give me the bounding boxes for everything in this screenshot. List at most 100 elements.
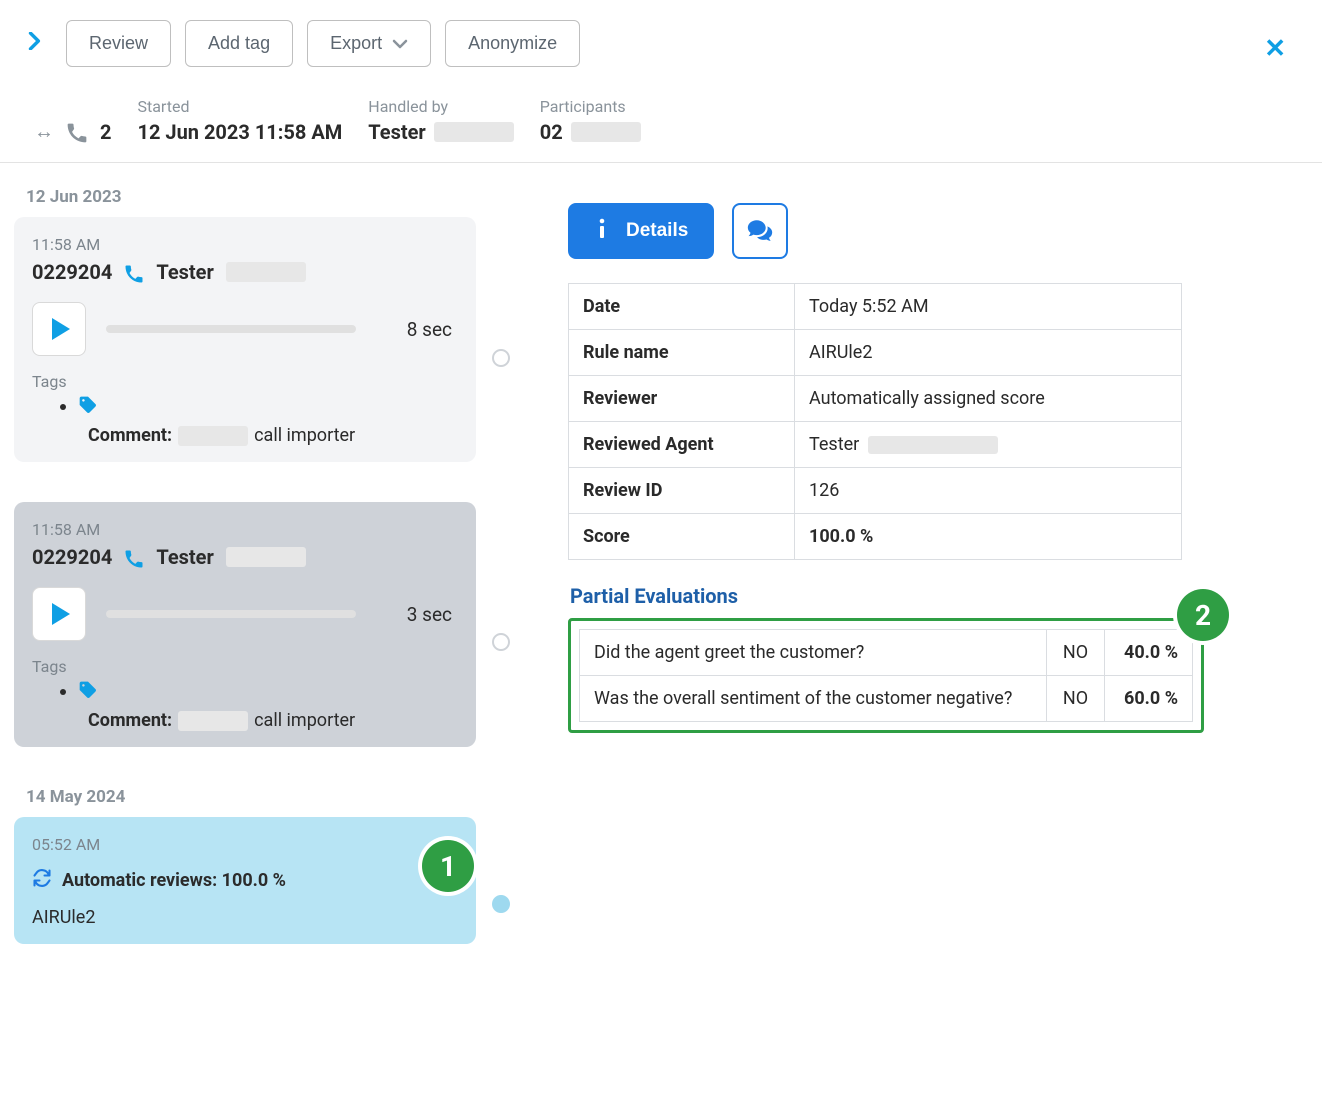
toolbar: Review Add tag Export Anonymize ✕ <box>0 0 1322 81</box>
agent-name: Tester <box>156 545 213 569</box>
rule-name: AIRUle2 <box>32 907 458 928</box>
timeline <box>488 179 528 1094</box>
table-row: Date Today 5:52 AM <box>569 284 1182 330</box>
timeline-marker-active <box>492 895 510 913</box>
transfer-icon: ↔ <box>34 119 54 144</box>
started-label: Started <box>137 97 342 116</box>
partial-evaluations-title: Partial Evaluations <box>570 584 1282 608</box>
redacted-area <box>434 122 514 142</box>
call-duration: 3 sec <box>407 603 452 626</box>
info-label: Rule name <box>569 330 795 376</box>
chat-button[interactable] <box>732 203 788 259</box>
anonymize-button[interactable]: Anonymize <box>445 20 580 67</box>
info-icon <box>594 218 610 244</box>
segment-count: 2 <box>100 120 111 144</box>
call-number: 0229204 <box>32 545 112 569</box>
play-button[interactable] <box>32 302 86 356</box>
export-button[interactable]: Export <box>307 20 431 67</box>
meta-row: ↔ 2 Started 12 Jun 2023 11:58 AM Handled… <box>0 81 1322 163</box>
info-label: Review ID <box>569 468 795 514</box>
started-value: 12 Jun 2023 11:58 AM <box>137 120 342 144</box>
eval-percent: 60.0 % <box>1105 676 1193 722</box>
phone-icon <box>124 545 144 569</box>
tags-label: Tags <box>32 657 458 676</box>
close-icon[interactable]: ✕ <box>1264 36 1286 62</box>
review-info-table: Date Today 5:52 AM Rule name AIRUle2 Rev… <box>568 283 1182 560</box>
info-label: Date <box>569 284 795 330</box>
add-tag-button[interactable]: Add tag <box>185 20 293 67</box>
redacted-area <box>226 262 306 282</box>
reviewed-agent-name: Tester <box>809 434 859 455</box>
eval-percent: 40.0 % <box>1105 630 1193 676</box>
progress-bar[interactable] <box>106 325 356 333</box>
date-separator: 14 May 2024 <box>26 787 546 807</box>
comment-text: call importer <box>254 425 355 446</box>
comment-label: Comment: <box>88 425 172 446</box>
participants-value: 02 <box>540 120 641 144</box>
eval-question: Was the overall sentiment of the custome… <box>580 676 1047 722</box>
phone-icon <box>66 119 88 144</box>
callout-badge-1: 1 <box>422 840 474 892</box>
participants-prefix: 02 <box>540 120 563 144</box>
callout-badge-2: 2 <box>1177 589 1229 641</box>
auto-review-card[interactable]: 05:52 AM Automatic reviews: 100.0 % AIRU… <box>14 817 476 944</box>
info-value: Today 5:52 AM <box>795 284 1182 330</box>
table-row: Did the agent greet the customer? NO 40.… <box>580 630 1193 676</box>
participants-label: Participants <box>540 97 641 116</box>
bullet-icon <box>60 689 66 695</box>
event-time: 05:52 AM <box>32 835 458 854</box>
table-row: Reviewed Agent Tester <box>569 422 1182 468</box>
call-card[interactable]: 11:58 AM 0229204 Tester 8 sec Tags <box>14 217 476 462</box>
info-value: 100.0 % <box>795 514 1182 560</box>
redacted-area <box>868 436 998 454</box>
auto-review-heading: Automatic reviews: 100.0 % <box>62 870 286 891</box>
table-row: Reviewer Automatically assigned score <box>569 376 1182 422</box>
export-button-label: Export <box>330 33 382 54</box>
handled-value: Tester <box>368 120 513 144</box>
call-time: 11:58 AM <box>32 520 458 539</box>
date-separator: 12 Jun 2023 <box>26 187 546 207</box>
chat-icon <box>747 218 773 245</box>
details-button[interactable]: Details <box>568 203 714 259</box>
eval-answer: NO <box>1047 676 1105 722</box>
refresh-icon <box>32 868 52 893</box>
phone-icon <box>124 260 144 284</box>
call-duration: 8 sec <box>407 318 452 341</box>
play-icon <box>52 318 70 340</box>
info-label: Reviewed Agent <box>569 422 795 468</box>
info-value: AIRUle2 <box>795 330 1182 376</box>
play-icon <box>52 603 70 625</box>
redacted-area <box>178 711 248 731</box>
info-value: Automatically assigned score <box>795 376 1182 422</box>
handled-label: Handled by <box>368 97 513 116</box>
partial-evaluations-container: Did the agent greet the customer? NO 40.… <box>568 618 1204 733</box>
info-value: Tester <box>795 422 1182 468</box>
agent-name: Tester <box>156 260 213 284</box>
call-number: 0229204 <box>32 260 112 284</box>
info-label: Score <box>569 514 795 560</box>
table-row: Review ID 126 <box>569 468 1182 514</box>
eval-answer: NO <box>1047 630 1105 676</box>
chevron-down-icon <box>392 36 408 52</box>
review-button[interactable]: Review <box>66 20 171 67</box>
table-row: Rule name AIRUle2 <box>569 330 1182 376</box>
play-button[interactable] <box>32 587 86 641</box>
tag-icon[interactable] <box>78 395 98 419</box>
tags-label: Tags <box>32 372 458 391</box>
progress-bar[interactable] <box>106 610 356 618</box>
comment-text: call importer <box>254 710 355 731</box>
info-value: 126 <box>795 468 1182 514</box>
table-row: Was the overall sentiment of the custome… <box>580 676 1193 722</box>
partial-evaluations-table: Did the agent greet the customer? NO 40.… <box>579 629 1193 722</box>
chevron-right-icon[interactable] <box>28 32 42 55</box>
details-label: Details <box>626 220 688 242</box>
redacted-area <box>178 426 248 446</box>
handled-name: Tester <box>368 120 425 144</box>
info-label: Reviewer <box>569 376 795 422</box>
comment-label: Comment: <box>88 710 172 731</box>
timeline-marker <box>492 349 510 367</box>
redacted-area <box>571 122 641 142</box>
timeline-marker <box>492 633 510 651</box>
call-card[interactable]: 11:58 AM 0229204 Tester 3 sec Tags <box>14 502 476 747</box>
tag-icon[interactable] <box>78 680 98 704</box>
